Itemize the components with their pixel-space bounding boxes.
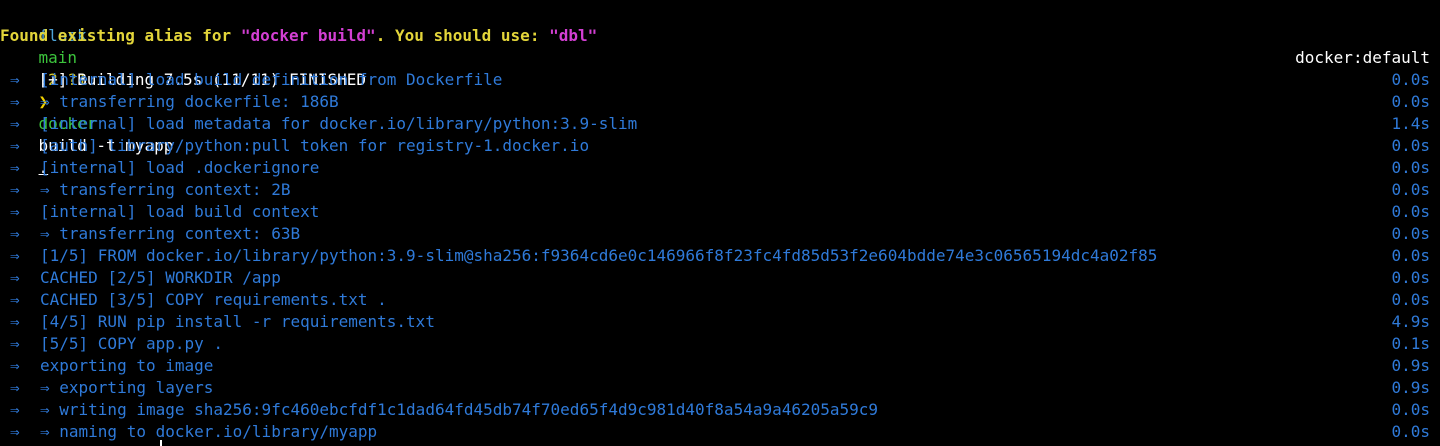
step-arrow-icon: ⇒ bbox=[10, 334, 20, 353]
build-step-row: ⇒ [internal] load build definition from D… bbox=[0, 69, 1440, 91]
terminal-window[interactable]: flask main !2 ?1 ❯ docker build -t myapp… bbox=[0, 0, 1440, 446]
build-step-row: ⇒ ⇒ naming to docker.io/library/myapp 0.0s bbox=[0, 421, 1440, 443]
step-description: ⇒ transferring dockerfile: 186B bbox=[40, 92, 339, 111]
build-step-row: ⇒ [auth] library/python:pull token for re… bbox=[0, 135, 1440, 157]
step-duration: 0.0s bbox=[1391, 158, 1430, 177]
warning-alias-command: "docker build" bbox=[240, 26, 376, 45]
step-duration: 0.9s bbox=[1391, 378, 1430, 397]
warning-alias-name: "dbl" bbox=[549, 26, 598, 45]
step-arrow-icon: ⇒ bbox=[10, 224, 20, 243]
step-duration: 0.0s bbox=[1391, 202, 1430, 221]
step-description: ⇒ transferring context: 63B bbox=[40, 224, 301, 243]
step-description: CACHED [3/5] COPY requirements.txt . bbox=[40, 290, 387, 309]
step-description: [internal] load .dockerignore bbox=[40, 158, 320, 177]
step-description: [4/5] RUN pip install -r requirements.tx… bbox=[40, 312, 435, 331]
build-step-row: ⇒ ⇒ writing image sha256:9fc460ebcfdf1c1d… bbox=[0, 399, 1440, 421]
build-step-row: ⇒ [1/5] FROM docker.io/library/python:3.9… bbox=[0, 245, 1440, 267]
build-steps-list: ⇒ [internal] load build definition from D… bbox=[0, 69, 1440, 443]
step-duration: 0.0s bbox=[1391, 290, 1430, 309]
step-duration: 4.9s bbox=[1391, 312, 1430, 331]
step-duration: 0.0s bbox=[1391, 422, 1430, 441]
step-arrow-icon: ⇒ bbox=[10, 290, 20, 309]
step-arrow-icon: ⇒ bbox=[10, 312, 20, 331]
build-step-row: ⇒ [internal] load .dockerignore 0.0s bbox=[0, 157, 1440, 179]
build-step-row: ⇒ CACHED [3/5] COPY requirements.txt . 0.0… bbox=[0, 289, 1440, 311]
step-description: ⇒ exporting layers bbox=[40, 378, 214, 397]
prompt-line: flask main !2 ?1 ❯ docker build -t myapp… bbox=[0, 3, 1440, 177]
step-arrow-icon: ⇒ bbox=[10, 136, 20, 155]
step-duration: 0.1s bbox=[1391, 334, 1430, 353]
step-duration: 0.0s bbox=[1391, 224, 1430, 243]
build-header-line: [+] Building 7.5s (11/11) FINISHED docke… bbox=[0, 47, 1440, 89]
step-description: [1/5] FROM docker.io/library/python:3.9-… bbox=[40, 246, 1158, 265]
warning-middle: . You should use: bbox=[375, 26, 550, 45]
step-description: [internal] load build definition from Do… bbox=[40, 70, 503, 89]
build-context-name: docker:default bbox=[1295, 48, 1430, 67]
step-duration: 0.0s bbox=[1391, 246, 1430, 265]
step-duration: 0.0s bbox=[1391, 180, 1430, 199]
build-step-row: ⇒ ⇒ exporting layers 0.9s bbox=[0, 377, 1440, 399]
build-step-row: ⇒ ⇒ transferring dockerfile: 186B 0.0s bbox=[0, 91, 1440, 113]
step-description: [auth] library/python:pull token for reg… bbox=[40, 136, 590, 155]
build-step-row: ⇒ CACHED [2/5] WORKDIR /app 0.0s bbox=[0, 267, 1440, 289]
step-arrow-icon: ⇒ bbox=[10, 92, 20, 111]
build-step-row: ⇒ ⇒ transferring context: 63B 0.0s bbox=[0, 223, 1440, 245]
build-step-row: ⇒ [internal] load build context 0.0s bbox=[0, 201, 1440, 223]
terminal-cursor bbox=[160, 440, 162, 446]
step-arrow-icon: ⇒ bbox=[10, 378, 20, 397]
step-arrow-icon: ⇒ bbox=[10, 422, 20, 441]
alias-warning-line: Found existing alias for "docker build".… bbox=[0, 25, 1440, 47]
step-duration: 0.0s bbox=[1391, 400, 1430, 419]
step-arrow-icon: ⇒ bbox=[10, 268, 20, 287]
build-step-row: ⇒ [4/5] RUN pip install -r requirements.t… bbox=[0, 311, 1440, 333]
step-arrow-icon: ⇒ bbox=[10, 246, 20, 265]
step-arrow-icon: ⇒ bbox=[10, 180, 20, 199]
step-arrow-icon: ⇒ bbox=[10, 70, 20, 89]
step-duration: 0.0s bbox=[1391, 268, 1430, 287]
step-arrow-icon: ⇒ bbox=[10, 158, 20, 177]
step-description: ⇒ transferring context: 2B bbox=[40, 180, 291, 199]
step-description: ⇒ writing image sha256:9fc460ebcfdf1c1da… bbox=[40, 400, 879, 419]
step-duration: 0.0s bbox=[1391, 70, 1430, 89]
build-step-row: ⇒ ⇒ transferring context: 2B 0.0s bbox=[0, 179, 1440, 201]
step-arrow-icon: ⇒ bbox=[10, 114, 20, 133]
step-description: [internal] load build context bbox=[40, 202, 320, 221]
step-duration: 0.0s bbox=[1391, 136, 1430, 155]
step-description: [internal] load metadata for docker.io/l… bbox=[40, 114, 638, 133]
step-description: CACHED [2/5] WORKDIR /app bbox=[40, 268, 281, 287]
step-duration: 0.9s bbox=[1391, 356, 1430, 375]
warning-prefix: Found existing alias for bbox=[0, 26, 241, 45]
step-description: exporting to image bbox=[40, 356, 214, 375]
build-step-row: ⇒ exporting to image 0.9s bbox=[0, 355, 1440, 377]
step-duration: 0.0s bbox=[1391, 92, 1430, 111]
step-description: [5/5] COPY app.py . bbox=[40, 334, 224, 353]
step-arrow-icon: ⇒ bbox=[10, 400, 20, 419]
step-description: ⇒ naming to docker.io/library/myapp bbox=[40, 422, 378, 441]
step-duration: 1.4s bbox=[1391, 114, 1430, 133]
build-step-row: ⇒ [5/5] COPY app.py . 0.1s bbox=[0, 333, 1440, 355]
build-step-row: ⇒ [internal] load metadata for docker.io/… bbox=[0, 113, 1440, 135]
step-arrow-icon: ⇒ bbox=[10, 202, 20, 221]
step-arrow-icon: ⇒ bbox=[10, 356, 20, 375]
